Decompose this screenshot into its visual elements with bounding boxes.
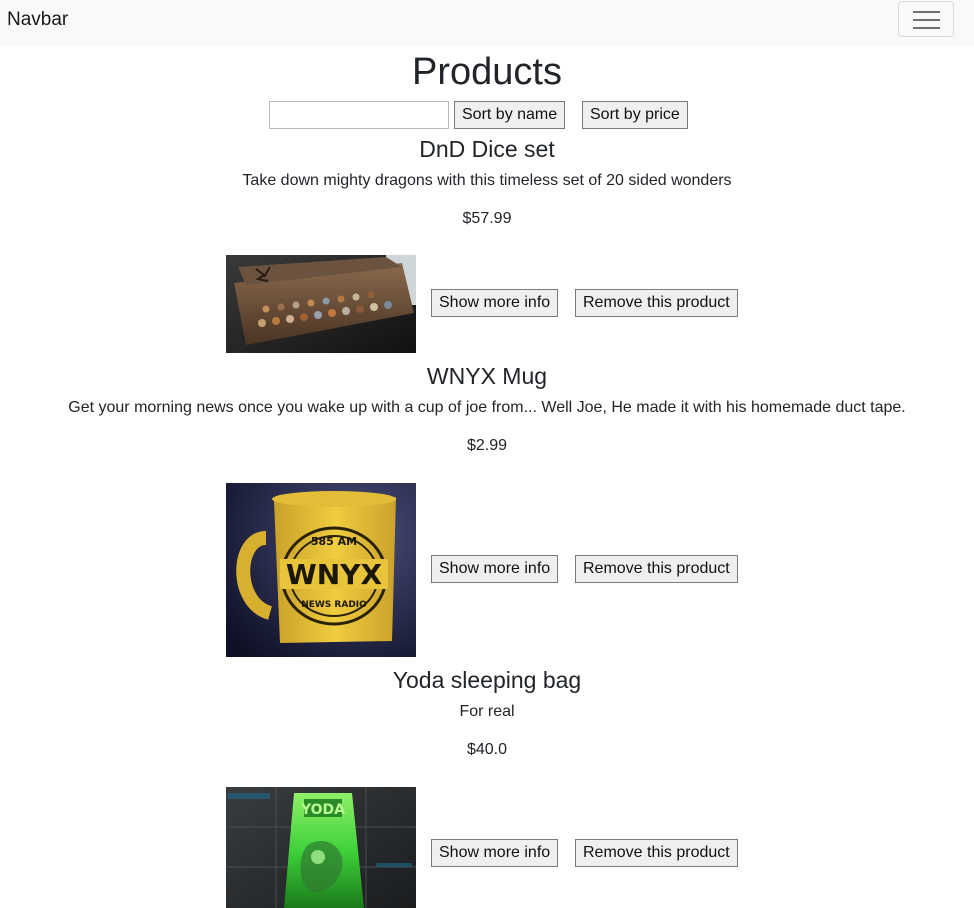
remove-product-button[interactable]: Remove this product [575, 555, 738, 583]
product-name: DnD Dice set [419, 136, 555, 162]
product-description: For real [459, 703, 515, 720]
navbar: Navbar [0, 0, 974, 46]
mug-main-text: WNYX [286, 558, 383, 591]
mug-image: WNYX 585 AM NEWS RADIO [226, 483, 416, 657]
show-more-info-button[interactable]: Show more info [431, 555, 559, 583]
remove-product-button[interactable]: Remove this product [575, 289, 738, 317]
product-price: $2.99 [466, 437, 508, 454]
product-price: $57.99 [462, 210, 512, 227]
product-description: Take down mighty dragons with this timel… [242, 172, 732, 189]
sleeping-bag-text: YODA [300, 802, 345, 818]
show-more-info-button[interactable]: Show more info [431, 289, 559, 317]
navbar-toggler-button[interactable] [898, 1, 954, 37]
show-more-info-button[interactable]: Show more info [431, 839, 559, 867]
product-price: $40.0 [466, 741, 508, 758]
sort-by-name-button[interactable]: Sort by name [454, 101, 566, 129]
mug-top-text: 585 AM [311, 535, 357, 548]
dice-box-image [226, 255, 416, 353]
mug-bottom-text: NEWS RADIO [301, 600, 367, 610]
product-name: Yoda sleeping bag [392, 667, 582, 693]
product-name: WNYX Mug [426, 363, 548, 389]
page-title: Products [412, 51, 562, 93]
product-description: Get your morning news once you wake up w… [68, 399, 906, 416]
hamburger-icon [913, 11, 940, 29]
remove-product-button[interactable]: Remove this product [575, 839, 738, 867]
search-input[interactable] [269, 101, 449, 129]
sort-by-price-button[interactable]: Sort by price [582, 101, 688, 129]
sleeping-bag-image: YODA [226, 787, 416, 908]
navbar-brand[interactable]: Navbar [7, 8, 68, 32]
